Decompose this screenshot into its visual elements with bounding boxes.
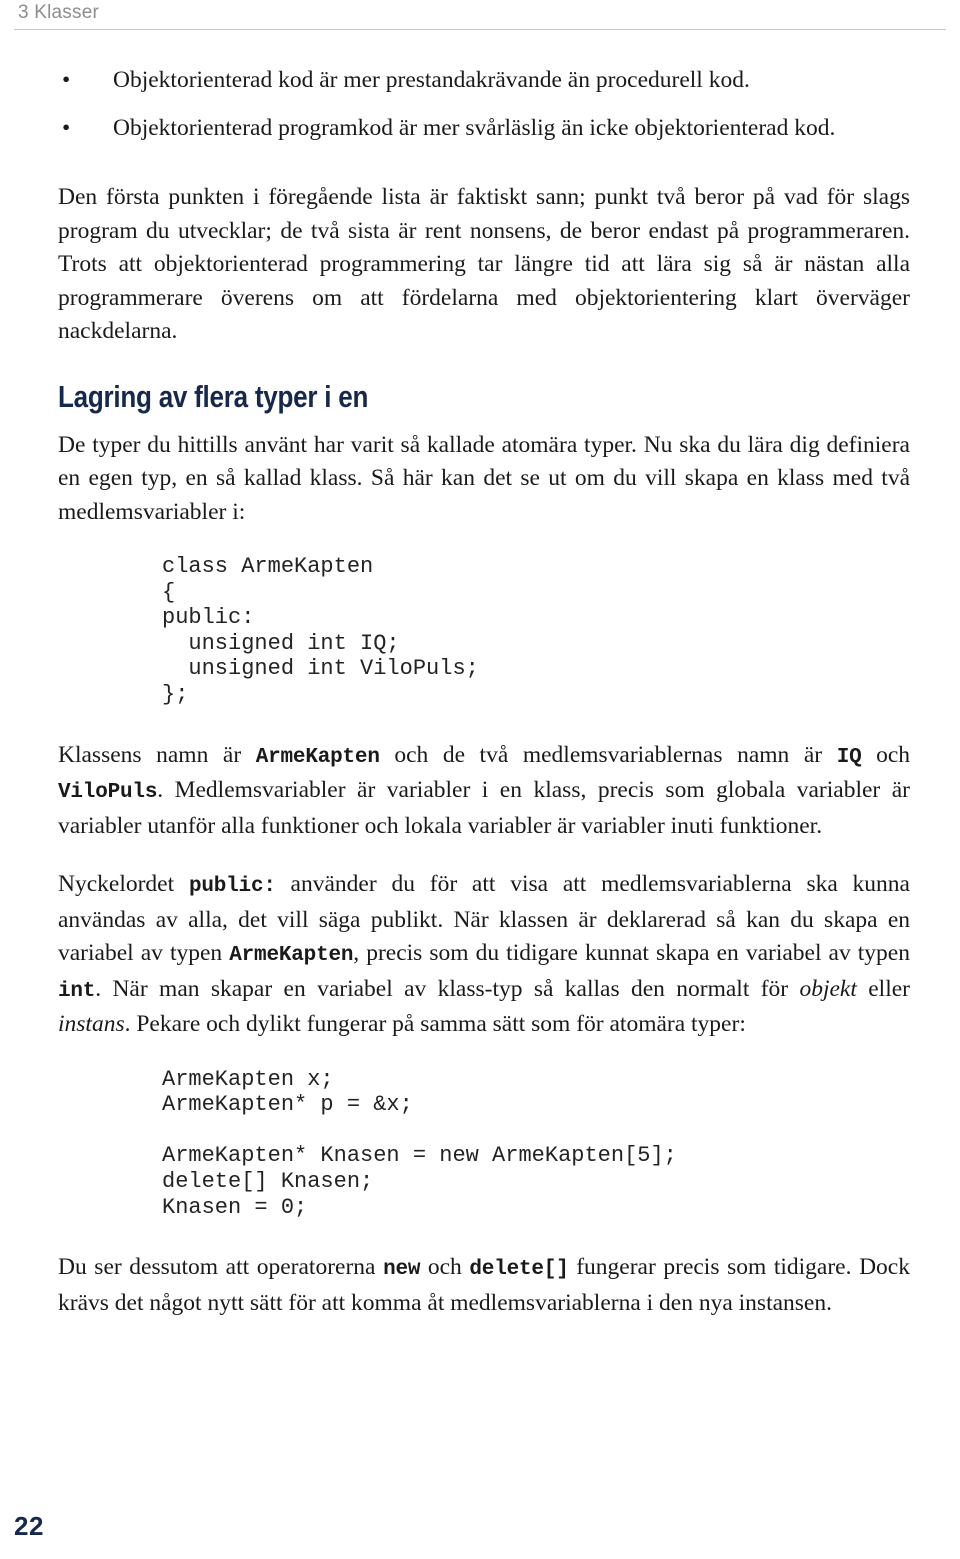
text-segment: Klassens namn är xyxy=(58,741,256,768)
paragraph-klassens-namn: Klassens namn är ArmeKapten och de två m… xyxy=(58,739,910,844)
code-block-pointers: ArmeKapten x; ArmeKapten* p = &x; ArmeKa… xyxy=(162,1066,677,1220)
inline-code-delete: delete[] xyxy=(469,1258,569,1282)
inline-code-new: new xyxy=(383,1258,421,1282)
paragraph-section-intro: De typer du hittills använt har varit så… xyxy=(58,431,910,525)
drawbacks-bullet-list: • Objektorienterad kod är mer prestandak… xyxy=(58,60,910,149)
text-segment: Nyckelordet xyxy=(58,871,189,898)
text-segment: , precis som du tidigare kunnat skapa en… xyxy=(353,940,910,967)
page-title: Lagring av flera typer i en xyxy=(58,378,369,414)
inline-code-armekapten-type: ArmeKapten xyxy=(229,944,354,968)
inline-code-public: public: xyxy=(188,875,276,899)
italic-term-objekt: objekt xyxy=(799,975,857,1002)
text-segment: . Pekare och dylikt fungerar på samma sä… xyxy=(124,1011,746,1038)
page-number: 22 xyxy=(14,1511,44,1541)
text-segment: och xyxy=(420,1254,470,1281)
inline-code-armekapten: ArmeKapten xyxy=(255,745,380,769)
running-head: 3 Klasser xyxy=(0,0,960,30)
paragraph-operators: Du ser dessutom att operatorerna new och… xyxy=(58,1251,910,1320)
text-segment: . Medlemsvariabler är variabler i en kla… xyxy=(58,777,910,839)
text-segment: Du ser dessutom att operatorerna xyxy=(58,1254,384,1281)
inline-code-int: int xyxy=(58,979,96,1003)
italic-term-instans: instans xyxy=(58,1011,125,1038)
list-item-text: Objektorienterad programkod är mer svårl… xyxy=(113,115,836,141)
list-item: • Objektorienterad kod är mer prestandak… xyxy=(58,60,910,101)
bullet-dot-icon: • xyxy=(62,67,71,93)
text-segment: eller xyxy=(856,975,910,1002)
bullet-dot-icon: • xyxy=(62,115,71,141)
header-divider-rule xyxy=(14,29,946,30)
paragraph-intro: Den första punkten i föregående lista är… xyxy=(58,184,910,344)
inline-code-iq: IQ xyxy=(836,745,862,769)
text-segment: och de två medlemsvariablernas namn är xyxy=(379,741,837,768)
running-head-title: 3 Klasser xyxy=(18,2,100,23)
text-segment: och xyxy=(861,741,910,768)
code-block-class-definition: class ArmeKapten { public: unsigned int … xyxy=(162,554,479,707)
list-item: • Objektorienterad programkod är mer svå… xyxy=(58,108,910,149)
inline-code-vilopuls: ViloPuls xyxy=(58,781,158,805)
page-content: • Objektorienterad kod är mer prestandak… xyxy=(58,60,910,1320)
text-segment: . När man skapar en variabel av klass-ty… xyxy=(95,975,800,1002)
paragraph-public-keyword: Nyckelordet public: använder du för att … xyxy=(58,868,910,1042)
list-item-text: Objektorienterad kod är mer prestandakrä… xyxy=(113,67,750,93)
